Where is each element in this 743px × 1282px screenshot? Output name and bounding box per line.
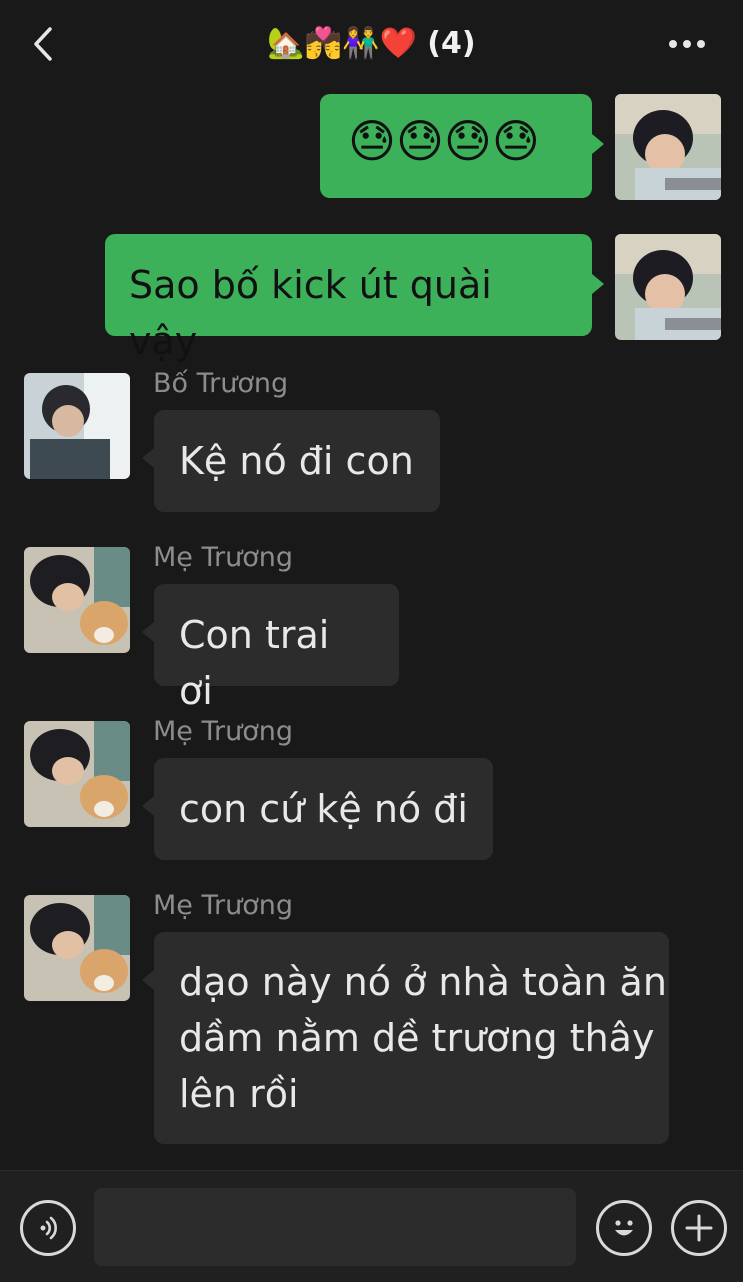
incoming-message-bubble[interactable]: dạo này nó ở nhà toàn ăn dầm nằm dề trươ… (142, 932, 669, 1144)
sender-avatar[interactable] (24, 895, 130, 1001)
chat-header: 🏡💏👫❤️ (4) (0, 0, 743, 86)
plus-button[interactable] (671, 1200, 727, 1256)
input-bar (0, 1170, 743, 1282)
back-button[interactable] (28, 24, 58, 64)
message-text: Kệ nó đi con (179, 439, 414, 483)
message-text: Con trai ơi (179, 613, 330, 713)
message-input[interactable] (94, 1188, 576, 1266)
sender-name: Bố Trương (153, 368, 289, 399)
more-horizontal-icon (669, 40, 705, 48)
message-text: Sao bố kick út quài vậy (129, 263, 492, 363)
emoji-button[interactable] (596, 1200, 652, 1256)
more-button[interactable] (667, 26, 707, 62)
sender-avatar[interactable] (24, 721, 130, 827)
sender-name: Mẹ Trương (153, 890, 293, 921)
incoming-message-bubble[interactable]: con cứ kệ nó đi (142, 758, 493, 860)
message-text-line: dạo này nó ở nhà toàn ăn (179, 960, 667, 1004)
outgoing-message-bubble[interactable]: 😓😓😓😓 (320, 94, 604, 198)
incoming-message-bubble[interactable]: Kệ nó đi con (142, 410, 440, 512)
sender-name: Mẹ Trương (153, 542, 293, 573)
message-text-line: lên rồi (179, 1072, 299, 1116)
message-text: con cứ kệ nó đi (179, 787, 468, 831)
voice-button[interactable] (20, 1200, 76, 1256)
message-text: 😓😓😓😓 (348, 114, 540, 168)
title-emojis: 🏡💏👫❤️ (267, 25, 417, 61)
chevron-left-icon (34, 27, 52, 61)
message-list[interactable]: 😓😓😓😓 Sao bố kick út quài vậy Bố Trương K… (0, 86, 743, 1170)
sender-avatar[interactable] (24, 547, 130, 653)
chat-title: 🏡💏👫❤️ (4) (267, 26, 475, 61)
plus-icon (685, 1214, 713, 1242)
voice-icon (40, 1216, 57, 1240)
emoji-icon (615, 1220, 633, 1236)
my-avatar[interactable] (615, 234, 721, 340)
sender-avatar[interactable] (24, 373, 130, 479)
outgoing-message-bubble[interactable]: Sao bố kick út quài vậy (105, 234, 604, 363)
sender-name: Mẹ Trương (153, 716, 293, 747)
member-count: (4) (427, 25, 476, 61)
incoming-message-bubble[interactable]: Con trai ơi (142, 584, 399, 713)
my-avatar[interactable] (615, 94, 721, 200)
message-text-line: dầm nằm dề trương thây (179, 1016, 655, 1060)
